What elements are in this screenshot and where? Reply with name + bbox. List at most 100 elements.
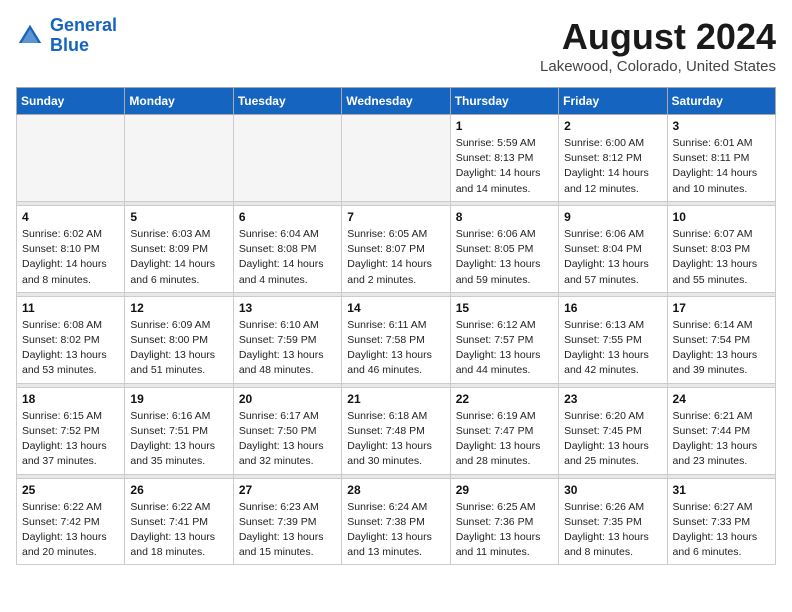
day-info: Sunrise: 6:02 AM Sunset: 8:10 PM Dayligh… xyxy=(22,227,119,288)
day-info: Sunrise: 6:26 AM Sunset: 7:35 PM Dayligh… xyxy=(564,500,661,561)
day-number: 10 xyxy=(673,210,770,224)
page-header: General Blue August 2024 Lakewood, Color… xyxy=(16,16,776,75)
week-row-2: 4 Sunrise: 6:02 AM Sunset: 8:10 PM Daylig… xyxy=(17,205,776,292)
calendar-cell xyxy=(17,115,125,202)
day-info: Sunrise: 6:04 AM Sunset: 8:08 PM Dayligh… xyxy=(239,227,336,288)
calendar-cell: 26Sunrise: 6:22 AM Sunset: 7:41 PM Dayli… xyxy=(125,478,233,565)
day-info: Sunrise: 6:12 AM Sunset: 7:57 PM Dayligh… xyxy=(456,318,553,379)
location-title: Lakewood, Colorado, United States xyxy=(540,58,776,75)
calendar-cell: 27 Sunrise: 6:23 AM Sunset: 7:39 PM Dayli… xyxy=(233,478,341,565)
day-number: 13 xyxy=(239,301,336,315)
day-number: 11 xyxy=(22,301,119,315)
day-number: 5 xyxy=(130,210,227,224)
calendar-cell: 3 Sunrise: 6:01 AM Sunset: 8:11 PM Daylig… xyxy=(667,115,775,202)
day-info: Sunrise: 5:59 AM Sunset: 8:13 PM Dayligh… xyxy=(456,136,553,197)
day-number: 27 xyxy=(239,483,336,497)
week-row-3: 11 Sunrise: 6:08 AM Sunset: 8:02 PM Dayli… xyxy=(17,296,776,383)
day-info: Sunrise: 6:24 AM Sunset: 7:38 PM Dayligh… xyxy=(347,500,444,561)
calendar-cell: 8Sunrise: 6:06 AM Sunset: 8:05 PM Daylig… xyxy=(450,205,558,292)
calendar-cell: 24 Sunrise: 6:21 AM Sunset: 7:44 PM Dayli… xyxy=(667,387,775,474)
day-number: 17 xyxy=(673,301,770,315)
logo-text: General Blue xyxy=(50,16,117,56)
logo-icon xyxy=(16,22,44,50)
day-info: Sunrise: 6:10 AM Sunset: 7:59 PM Dayligh… xyxy=(239,318,336,379)
calendar-cell: 31 Sunrise: 6:27 AM Sunset: 7:33 PM Dayli… xyxy=(667,478,775,565)
day-info: Sunrise: 6:20 AM Sunset: 7:45 PM Dayligh… xyxy=(564,409,661,470)
week-row-4: 18 Sunrise: 6:15 AM Sunset: 7:52 PM Dayli… xyxy=(17,387,776,474)
day-info: Sunrise: 6:14 AM Sunset: 7:54 PM Dayligh… xyxy=(673,318,770,379)
calendar-cell: 4 Sunrise: 6:02 AM Sunset: 8:10 PM Daylig… xyxy=(17,205,125,292)
day-info: Sunrise: 6:08 AM Sunset: 8:02 PM Dayligh… xyxy=(22,318,119,379)
weekday-header-tuesday: Tuesday xyxy=(233,88,341,115)
day-number: 14 xyxy=(347,301,444,315)
day-info: Sunrise: 6:19 AM Sunset: 7:47 PM Dayligh… xyxy=(456,409,553,470)
day-info: Sunrise: 6:23 AM Sunset: 7:39 PM Dayligh… xyxy=(239,500,336,561)
calendar-cell: 28 Sunrise: 6:24 AM Sunset: 7:38 PM Dayli… xyxy=(342,478,450,565)
calendar-cell xyxy=(125,115,233,202)
weekday-header-monday: Monday xyxy=(125,88,233,115)
day-number: 15 xyxy=(456,301,553,315)
day-info: Sunrise: 6:05 AM Sunset: 8:07 PM Dayligh… xyxy=(347,227,444,288)
day-info: Sunrise: 6:07 AM Sunset: 8:03 PM Dayligh… xyxy=(673,227,770,288)
day-number: 12 xyxy=(130,301,227,315)
day-number: 8 xyxy=(456,210,553,224)
week-row-1: 1 Sunrise: 5:59 AM Sunset: 8:13 PM Daylig… xyxy=(17,115,776,202)
calendar-cell: 12 Sunrise: 6:09 AM Sunset: 8:00 PM Dayli… xyxy=(125,296,233,383)
calendar-cell: 19 Sunrise: 6:16 AM Sunset: 7:51 PM Dayli… xyxy=(125,387,233,474)
calendar-cell: 2 Sunrise: 6:00 AM Sunset: 8:12 PM Daylig… xyxy=(559,115,667,202)
calendar-cell: 6 Sunrise: 6:04 AM Sunset: 8:08 PM Daylig… xyxy=(233,205,341,292)
weekday-header-saturday: Saturday xyxy=(667,88,775,115)
day-number: 31 xyxy=(673,483,770,497)
day-info: Sunrise: 6:17 AM Sunset: 7:50 PM Dayligh… xyxy=(239,409,336,470)
weekday-header-thursday: Thursday xyxy=(450,88,558,115)
day-number: 30 xyxy=(564,483,661,497)
logo: General Blue xyxy=(16,16,117,56)
day-number: 1 xyxy=(456,119,553,133)
calendar-cell: 30 Sunrise: 6:26 AM Sunset: 7:35 PM Dayli… xyxy=(559,478,667,565)
calendar-cell: 5 Sunrise: 6:03 AM Sunset: 8:09 PM Daylig… xyxy=(125,205,233,292)
day-info: Sunrise: 6:22 AM Sunset: 7:41 PM Dayligh… xyxy=(130,500,227,561)
calendar-cell: 22 Sunrise: 6:19 AM Sunset: 7:47 PM Dayli… xyxy=(450,387,558,474)
day-info: Sunrise: 6:00 AM Sunset: 8:12 PM Dayligh… xyxy=(564,136,661,197)
calendar-cell xyxy=(342,115,450,202)
calendar-cell: 20 Sunrise: 6:17 AM Sunset: 7:50 PM Dayli… xyxy=(233,387,341,474)
calendar-cell: 17 Sunrise: 6:14 AM Sunset: 7:54 PM Dayli… xyxy=(667,296,775,383)
day-info: Sunrise: 6:09 AM Sunset: 8:00 PM Dayligh… xyxy=(130,318,227,379)
day-info: Sunrise: 6:03 AM Sunset: 8:09 PM Dayligh… xyxy=(130,227,227,288)
day-number: 28 xyxy=(347,483,444,497)
day-number: 20 xyxy=(239,392,336,406)
day-number: 16 xyxy=(564,301,661,315)
day-number: 29 xyxy=(456,483,553,497)
day-number: 19 xyxy=(130,392,227,406)
day-info: Sunrise: 6:27 AM Sunset: 7:33 PM Dayligh… xyxy=(673,500,770,561)
calendar-cell: 10 Sunrise: 6:07 AM Sunset: 8:03 PM Dayli… xyxy=(667,205,775,292)
day-info: Sunrise: 6:16 AM Sunset: 7:51 PM Dayligh… xyxy=(130,409,227,470)
day-number: 24 xyxy=(673,392,770,406)
week-row-5: 25Sunrise: 6:22 AM Sunset: 7:42 PM Dayli… xyxy=(17,478,776,565)
day-number: 23 xyxy=(564,392,661,406)
calendar-cell xyxy=(233,115,341,202)
weekday-header-sunday: Sunday xyxy=(17,88,125,115)
day-info: Sunrise: 6:25 AM Sunset: 7:36 PM Dayligh… xyxy=(456,500,553,561)
day-info: Sunrise: 6:13 AM Sunset: 7:55 PM Dayligh… xyxy=(564,318,661,379)
calendar-cell: 9Sunrise: 6:06 AM Sunset: 8:04 PM Daylig… xyxy=(559,205,667,292)
calendar-cell: 15 Sunrise: 6:12 AM Sunset: 7:57 PM Dayli… xyxy=(450,296,558,383)
day-number: 18 xyxy=(22,392,119,406)
calendar-cell: 14Sunrise: 6:11 AM Sunset: 7:58 PM Dayli… xyxy=(342,296,450,383)
day-info: Sunrise: 6:21 AM Sunset: 7:44 PM Dayligh… xyxy=(673,409,770,470)
calendar-cell: 7Sunrise: 6:05 AM Sunset: 8:07 PM Daylig… xyxy=(342,205,450,292)
day-number: 6 xyxy=(239,210,336,224)
calendar-cell: 23 Sunrise: 6:20 AM Sunset: 7:45 PM Dayli… xyxy=(559,387,667,474)
day-info: Sunrise: 6:15 AM Sunset: 7:52 PM Dayligh… xyxy=(22,409,119,470)
day-number: 2 xyxy=(564,119,661,133)
day-info: Sunrise: 6:22 AM Sunset: 7:42 PM Dayligh… xyxy=(22,500,119,561)
day-info: Sunrise: 6:18 AM Sunset: 7:48 PM Dayligh… xyxy=(347,409,444,470)
day-number: 3 xyxy=(673,119,770,133)
day-number: 22 xyxy=(456,392,553,406)
day-number: 4 xyxy=(22,210,119,224)
calendar-cell: 18 Sunrise: 6:15 AM Sunset: 7:52 PM Dayli… xyxy=(17,387,125,474)
calendar-cell: 13 Sunrise: 6:10 AM Sunset: 7:59 PM Dayli… xyxy=(233,296,341,383)
calendar-cell: 11 Sunrise: 6:08 AM Sunset: 8:02 PM Dayli… xyxy=(17,296,125,383)
weekday-header-friday: Friday xyxy=(559,88,667,115)
day-info: Sunrise: 6:01 AM Sunset: 8:11 PM Dayligh… xyxy=(673,136,770,197)
